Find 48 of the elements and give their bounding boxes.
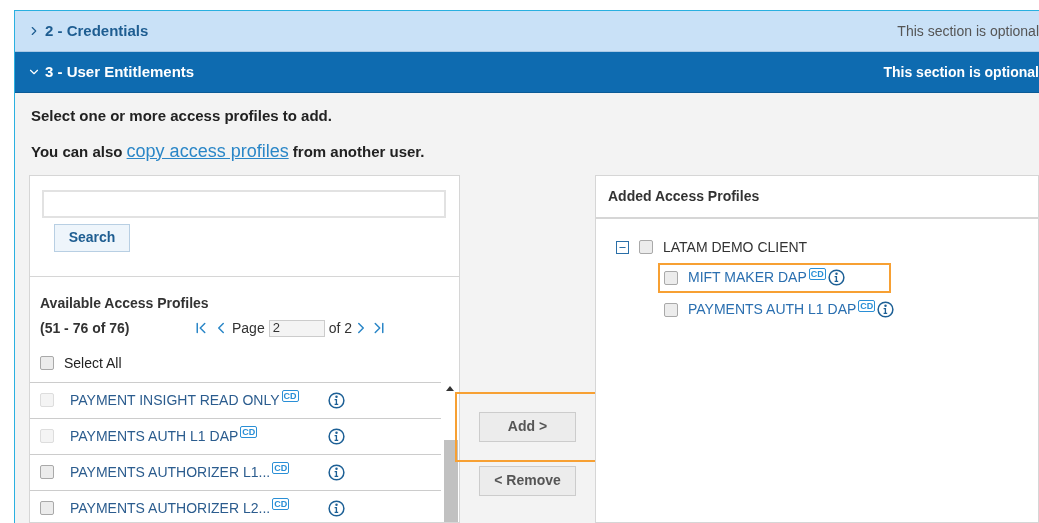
checkbox[interactable] [40,465,54,479]
profile-name: PAYMENTS AUTH L1 DAP [70,426,239,446]
select-all-label[interactable]: Select All [64,352,122,374]
info-icon[interactable] [328,427,345,445]
cd-badge: CD [272,498,290,510]
cd-badge: CD [808,267,826,280]
collapse-toggle[interactable] [616,240,629,254]
search-button[interactable]: Search [54,223,130,252]
cd-badge: CD [281,390,299,402]
profile-name: PAYMENTS AUTH L1 DAP [688,300,857,319]
optional-note: This section is optional [897,21,1039,41]
checkbox[interactable] [40,356,54,370]
checkbox[interactable] [639,240,653,254]
info-icon[interactable] [328,463,345,481]
profile-name: PAYMENTS AUTHORIZER L1... [70,462,271,482]
section-title: 2 - Credentials [45,20,149,41]
page-field[interactable]: 2 [268,319,325,337]
section-header[interactable]: 2 - Credentials This section is optional [15,11,1039,52]
range-text: (51 - 76 of 76) [40,318,131,338]
profile-row[interactable]: PAYMENTS AUTH L1 DAP CD [658,294,907,325]
page-count: of 2 [328,318,353,338]
info-icon[interactable] [328,499,345,517]
copy-profiles-text: You can also copy access profiles from another user. [31,139,426,163]
transfer-button[interactable]: < Remove [479,465,576,496]
available-title: Available Access Profiles [40,293,210,313]
info-icon[interactable] [877,301,895,318]
cd-badge: CD [272,462,290,474]
optional-note: This section is optional [883,62,1039,82]
checkbox[interactable] [664,270,678,285]
search-field[interactable] [42,189,446,218]
cd-badge: CD [858,299,876,312]
profile-name: MIFT MAKER DAP [688,268,807,287]
cd-badge: CD [240,426,258,438]
instruction-text: Select one or more access profiles to add. [31,106,333,126]
checkbox[interactable] [664,302,678,317]
copy-profiles-link[interactable]: copy access profiles [126,140,289,161]
transfer-button[interactable]: Add > [479,411,576,442]
highlighted-profile-row[interactable]: MIFT MAKER DAP CD [658,262,891,293]
client-name: LATAM DEMO CLIENT [663,237,808,257]
section-title: 3 - User Entitlements [45,61,195,82]
profile-name: PAYMENT INSIGHT READ ONLY [70,390,280,410]
page-label: Page [232,318,265,338]
info-icon[interactable] [328,391,345,409]
checkbox[interactable] [40,501,54,515]
info-icon[interactable] [827,269,845,286]
section-header[interactable]: 3 - User Entitlements This section is optional [15,52,1039,93]
added-title: Added Access Profiles [596,175,1038,219]
profile-name: PAYMENTS AUTHORIZER L2... [70,498,271,518]
